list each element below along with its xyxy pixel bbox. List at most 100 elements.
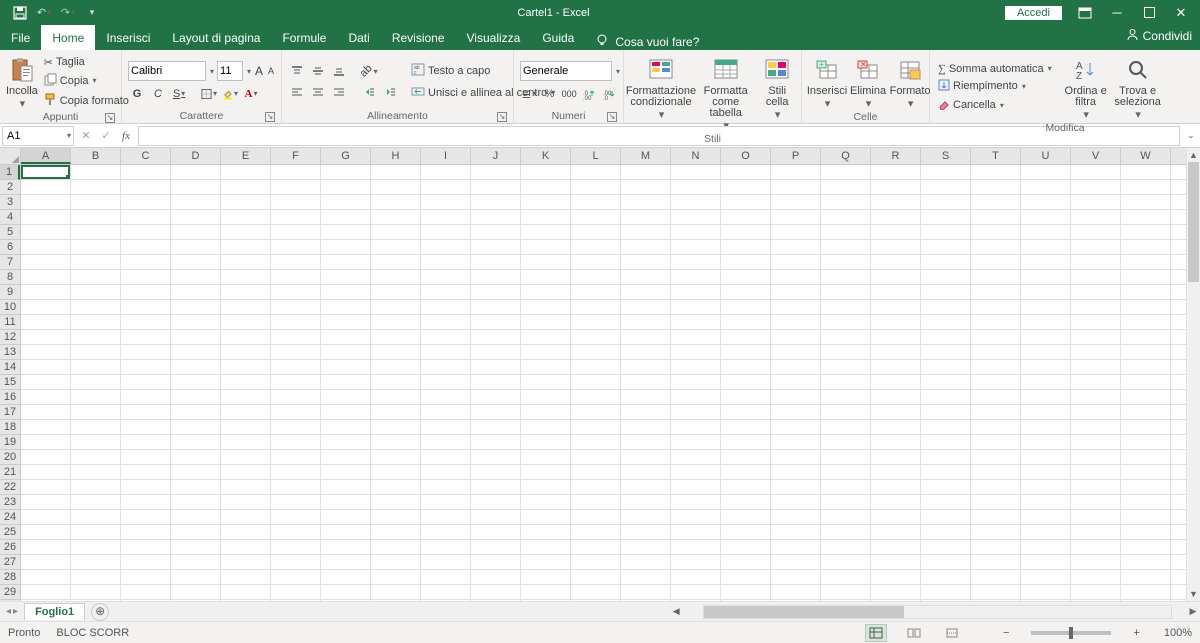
align-right-button[interactable] [330,84,348,101]
column-header[interactable]: T [971,148,1021,164]
align-middle-button[interactable] [309,63,327,80]
tab-home[interactable]: Home [41,25,95,50]
font-name-select[interactable] [128,61,206,81]
row-header[interactable]: 15 [0,375,20,390]
tab-help[interactable]: Guida [531,25,585,50]
column-header[interactable]: O [721,148,771,164]
row-header[interactable]: 2 [0,180,20,195]
row-header[interactable]: 25 [0,525,20,540]
scroll-up-button[interactable]: ▲ [1187,148,1200,162]
column-header[interactable]: H [371,148,421,164]
insert-function-button[interactable]: fx [116,130,136,142]
align-bottom-button[interactable] [330,63,348,80]
cut-button[interactable]: ✂ Taglia [42,55,131,70]
clipboard-dialog-launcher[interactable]: ↘ [105,113,115,123]
row-header[interactable]: 16 [0,390,20,405]
align-top-button[interactable] [288,63,306,80]
column-header[interactable]: M [621,148,671,164]
bold-button[interactable]: G [128,85,146,102]
maximize-button[interactable] [1134,0,1164,25]
tab-review[interactable]: Revisione [381,25,456,50]
column-header[interactable]: V [1071,148,1121,164]
chevron-down-icon[interactable]: ▾ [67,131,71,140]
number-dialog-launcher[interactable]: ↘ [607,112,617,122]
tab-formulas[interactable]: Formule [271,25,337,50]
cancel-formula-button[interactable]: ✕ [76,129,96,142]
column-header[interactable]: F [271,148,321,164]
normal-view-button[interactable] [865,624,887,642]
row-header[interactable]: 12 [0,330,20,345]
column-headers[interactable]: ABCDEFGHIJKLMNOPQRSTUVW [0,148,1200,165]
row-header[interactable]: 21 [0,465,20,480]
row-header[interactable]: 29 [0,585,20,600]
increase-font-button[interactable]: A [254,63,264,80]
cell-styles-button[interactable]: Stili cella▾ [759,54,795,132]
column-header[interactable]: E [221,148,271,164]
column-header[interactable]: P [771,148,821,164]
column-header[interactable]: K [521,148,571,164]
tell-me[interactable]: Cosa vuoi fare? [585,33,709,50]
scroll-left-button[interactable]: ◀ [669,606,683,617]
ribbon-options-button[interactable] [1070,0,1100,25]
close-button[interactable]: ✕ [1166,0,1196,25]
autosum-button[interactable]: ∑Somma automatica▾ [936,62,1054,76]
save-button[interactable] [10,3,30,23]
format-table-button[interactable]: Formatta come tabella▾ [696,54,755,132]
scroll-right-button[interactable]: ▶ [1186,606,1200,617]
insert-cells-button[interactable]: + Inserisci▾ [808,54,846,110]
signin-button[interactable]: Accedi [1005,6,1062,20]
tab-file[interactable]: File [0,25,41,50]
row-header[interactable]: 26 [0,540,20,555]
row-header[interactable]: 7 [0,255,20,270]
percent-button[interactable]: % [541,85,558,102]
undo-button[interactable]: ↶▾ [34,3,54,23]
row-header[interactable]: 6 [0,240,20,255]
row-header[interactable]: 9 [0,285,20,300]
cells-area[interactable] [21,165,1200,621]
zoom-slider[interactable] [1031,631,1111,635]
row-headers[interactable]: 1234567891011121314151617181920212223242… [0,165,21,621]
row-header[interactable]: 10 [0,300,20,315]
row-header[interactable]: 14 [0,360,20,375]
column-header[interactable]: W [1121,148,1171,164]
select-all-corner[interactable] [0,148,21,164]
row-header[interactable]: 27 [0,555,20,570]
italic-button[interactable]: C [149,85,167,102]
tab-data[interactable]: Dati [337,25,380,50]
fill-color-button[interactable]: ▾ [221,85,239,102]
page-layout-view-button[interactable] [903,624,925,642]
column-header[interactable]: J [471,148,521,164]
scroll-down-button[interactable]: ▼ [1187,587,1200,601]
row-header[interactable]: 11 [0,315,20,330]
decrease-decimal-button[interactable]: .00.0 [600,85,617,102]
delete-cells-button[interactable]: ✕ Elimina▾ [850,54,886,110]
chevron-down-icon[interactable]: ▾ [616,67,620,76]
tab-page-layout[interactable]: Layout di pagina [161,25,271,50]
decrease-indent-button[interactable] [360,84,378,101]
font-dialog-launcher[interactable]: ↘ [265,112,275,122]
column-header[interactable]: L [571,148,621,164]
row-header[interactable]: 22 [0,480,20,495]
format-cells-button[interactable]: Formato▾ [890,54,930,110]
borders-button[interactable]: ▾ [200,85,218,102]
qat-customize[interactable]: ▾ [82,3,102,23]
spreadsheet-grid[interactable]: ABCDEFGHIJKLMNOPQRSTUVW 1234567891011121… [0,148,1200,621]
row-header[interactable]: 4 [0,210,20,225]
font-size-select[interactable] [217,61,243,81]
page-break-view-button[interactable] [941,624,963,642]
sheet-tab[interactable]: Foglio1 [24,603,85,620]
row-header[interactable]: 3 [0,195,20,210]
row-header[interactable]: 5 [0,225,20,240]
column-header[interactable]: N [671,148,721,164]
horizontal-scrollbar[interactable] [703,605,1172,619]
comma-button[interactable]: 000 [561,85,578,102]
row-header[interactable]: 13 [0,345,20,360]
column-header[interactable]: Q [821,148,871,164]
format-painter-button[interactable]: Copia formato [42,92,131,110]
zoom-level[interactable]: 100% [1164,627,1192,639]
accounting-button[interactable]: ☰▾ [520,85,538,102]
row-header[interactable]: 19 [0,435,20,450]
row-header[interactable]: 24 [0,510,20,525]
row-header[interactable]: 28 [0,570,20,585]
sort-filter-button[interactable]: AZ Ordina e filtra▾ [1064,54,1108,121]
